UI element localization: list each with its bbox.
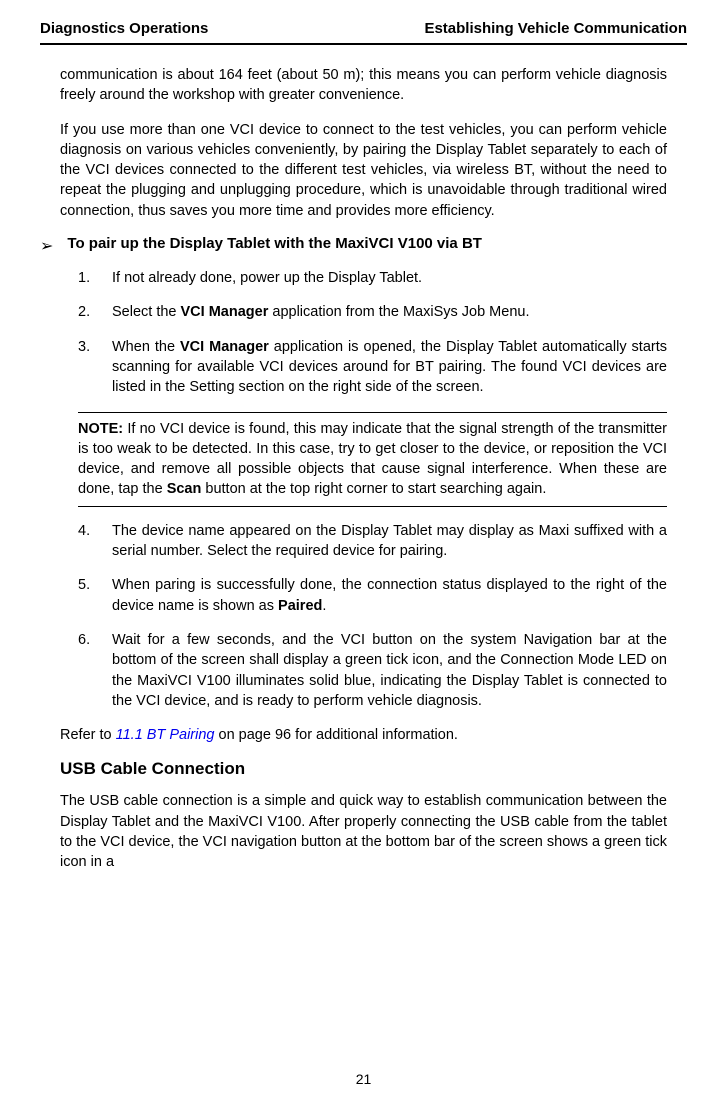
paragraph-multi-vci: If you use more than one VCI device to c… [60, 120, 667, 221]
step-1: 1. If not already done, power up the Dis… [60, 268, 667, 288]
page-content: communication is about 164 feet (about 5… [40, 65, 687, 873]
step-text: When the VCI Manager application is open… [112, 337, 667, 398]
page-number: 21 [356, 1071, 372, 1087]
bold-vci-manager: VCI Manager [180, 339, 269, 355]
note-label: NOTE: [78, 421, 123, 437]
step-5: 5. When paring is successfully done, the… [60, 575, 667, 616]
section-heading-pair-bt: ➢ To pair up the Display Tablet with the… [40, 235, 667, 256]
step-2: 2. Select the VCI Manager application fr… [60, 302, 667, 322]
link-bt-pairing[interactable]: 11.1 BT Pairing [116, 727, 215, 743]
subsection-usb-body: The USB cable connection is a simple and… [60, 791, 667, 872]
header-right: Establishing Vehicle Communication [424, 20, 687, 37]
note-text-2: button at the top right corner to start … [201, 481, 546, 497]
step-6: 6. Wait for a few seconds, and the VCI b… [60, 630, 667, 711]
heading-text: To pair up the Display Tablet with the M… [67, 235, 482, 252]
step-3: 3. When the VCI Manager application is o… [60, 337, 667, 398]
paragraph-continuation: communication is about 164 feet (about 5… [60, 65, 667, 106]
bold-vci-manager: VCI Manager [181, 304, 269, 320]
subsection-usb-title: USB Cable Connection [60, 759, 667, 779]
step-text: Select the VCI Manager application from … [112, 302, 667, 322]
step-number: 4. [78, 521, 112, 562]
step-number: 5. [78, 575, 112, 616]
bold-scan: Scan [167, 481, 202, 497]
step-number: 2. [78, 302, 112, 322]
step-text: When paring is successfully done, the co… [112, 575, 667, 616]
step-text: If not already done, power up the Displa… [112, 268, 667, 288]
step-4: 4. The device name appeared on the Displ… [60, 521, 667, 562]
step-text: Wait for a few seconds, and the VCI butt… [112, 630, 667, 711]
step-number: 6. [78, 630, 112, 711]
header-left: Diagnostics Operations [40, 20, 208, 37]
refer-paragraph: Refer to 11.1 BT Pairing on page 96 for … [60, 725, 667, 745]
bold-paired: Paired [278, 598, 322, 614]
arrow-right-icon: ➢ [40, 236, 53, 256]
step-number: 1. [78, 268, 112, 288]
note-box: NOTE: If no VCI device is found, this ma… [78, 412, 667, 507]
step-text: The device name appeared on the Display … [112, 521, 667, 562]
page-header: Diagnostics Operations Establishing Vehi… [40, 20, 687, 45]
step-number: 3. [78, 337, 112, 398]
